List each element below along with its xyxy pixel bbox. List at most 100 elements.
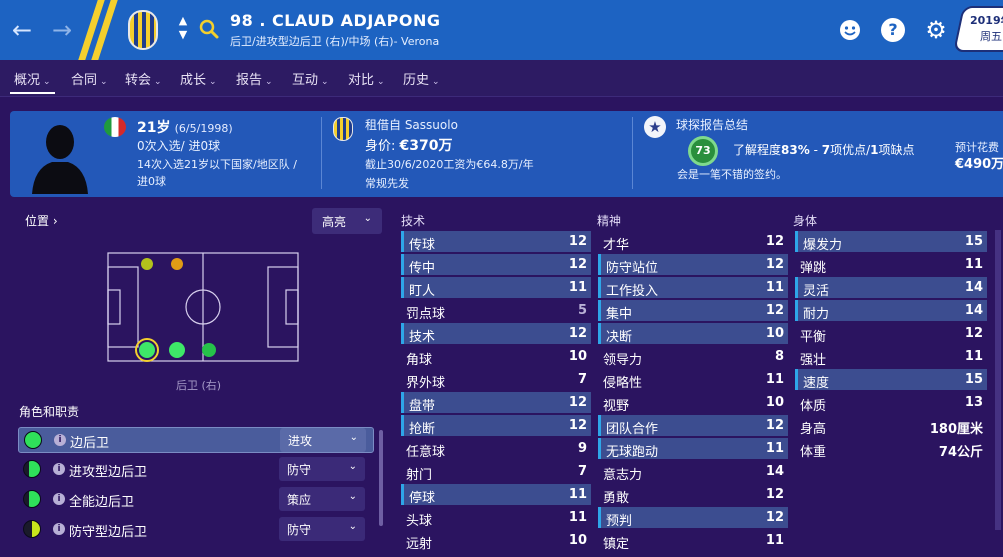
help-icon[interactable]: ? [881,18,905,42]
info-icon[interactable]: i [54,434,66,446]
attribute-value: 11 [568,510,587,525]
attribute-name: 抢断 [409,422,436,437]
role-row[interactable]: i 防守型边后卫 防守 ⌄ [18,517,374,543]
tab-interaction[interactable]: 互动 ⌄ [292,69,329,88]
attribute-row[interactable]: 意志力 14 [598,461,788,483]
search-icon[interactable] [198,18,220,40]
parent-club-badge-icon[interactable] [333,117,353,141]
attribute-row[interactable]: 抢断 12 [401,415,591,437]
position-pitch [107,252,299,362]
attribute-row[interactable]: 任意球 9 [401,438,591,460]
attribute-row[interactable]: 侵略性 11 [598,369,788,391]
tab-history[interactable]: 历史 ⌄ [403,69,440,88]
tab-overview[interactable]: 概况 ⌄ [10,69,55,94]
attribute-row[interactable]: 速度 15 [795,369,987,391]
attribute-name: 停球 [409,491,436,506]
mood-icon[interactable] [838,18,862,42]
attribute-row[interactable]: 停球 11 [401,484,591,506]
scout-rating-badge: 73 [688,136,718,166]
forward-arrow-icon[interactable]: → [48,12,76,48]
duty-dropdown[interactable]: 防守 ⌄ [279,457,365,481]
attribute-row[interactable]: 灵活 14 [795,277,987,299]
attribute-row[interactable]: 盯人 11 [401,277,591,299]
attribute-value: 12 [568,257,587,272]
date-year: 2019年 [970,14,1003,27]
tab-compare[interactable]: 对比 ⌄ [348,69,385,88]
attribute-row[interactable]: 体质 13 [795,392,987,414]
info-icon[interactable]: i [53,523,65,535]
attribute-name: 才华 [603,238,630,253]
attribute-row[interactable]: 领导力 8 [598,346,788,368]
attribute-row[interactable]: 预判 12 [598,507,788,529]
duty-dropdown[interactable]: 策应 ⌄ [279,487,365,511]
attribute-row[interactable]: 界外球 7 [401,369,591,391]
gear-icon[interactable]: ⚙ [924,18,948,42]
attribute-name: 平衡 [800,330,827,345]
club-badge-icon[interactable] [128,10,158,50]
attribute-value: 5 [577,303,587,318]
attribute-row[interactable]: 罚点球 5 [401,300,591,322]
attribute-row[interactable]: 勇敢 12 [598,484,788,506]
attribute-row[interactable]: 盘带 12 [401,392,591,414]
attribute-row[interactable]: 耐力 14 [795,300,987,322]
attribute-row[interactable]: 强壮 11 [795,346,987,368]
attribute-row[interactable]: 无球跑动 11 [598,438,788,460]
attribute-name: 无球跑动 [606,445,659,460]
player-switcher-icon[interactable]: ▲ ▼ [175,14,191,46]
attribute-name: 罚点球 [406,307,446,322]
info-icon[interactable]: i [53,493,65,505]
attribute-row[interactable]: 才华 12 [598,231,788,253]
attribute-row[interactable]: 防守站位 12 [598,254,788,276]
attribute-row[interactable]: 爆发力 15 [795,231,987,253]
role-row[interactable]: i 全能边后卫 策应 ⌄ [18,487,374,513]
attribute-name: 灵活 [803,284,830,299]
attribute-row[interactable]: 技术 12 [401,323,591,345]
tab-transfer[interactable]: 转会 ⌄ [125,69,162,88]
tab-development[interactable]: 成长 ⌄ [180,69,217,88]
date-weekday: 周五 [980,30,1002,43]
chevron-right-icon: › [52,214,58,228]
attribute-value: 11 [765,533,784,548]
attribute-row[interactable]: 体重 74公斤 [795,438,987,460]
attribute-row[interactable]: 身高 180厘米 [795,415,987,437]
attribute-name: 集中 [606,307,633,322]
attribute-row[interactable]: 射门 7 [401,461,591,483]
attribute-row[interactable]: 视野 10 [598,392,788,414]
attribute-value: 12 [765,303,784,318]
attribute-row[interactable]: 弹跳 11 [795,254,987,276]
attributes-scrollbar[interactable] [995,230,1001,530]
attribute-value: 11 [568,487,587,502]
attribute-name: 角球 [406,353,433,368]
attribute-value: 12 [765,257,784,272]
attribute-value: 15 [964,372,983,387]
back-arrow-icon[interactable]: ← [8,12,36,48]
star-icon: ★ [644,116,666,138]
attribute-row[interactable]: 镇定 11 [598,530,788,552]
attribute-row[interactable]: 决断 10 [598,323,788,345]
roles-scrollbar[interactable] [379,430,383,526]
attribute-value: 12 [765,418,784,433]
attribute-name: 预判 [606,514,633,529]
attribute-row[interactable]: 团队合作 12 [598,415,788,437]
attribute-row[interactable]: 远射 10 [401,530,591,552]
attribute-value: 180厘米 [929,422,983,437]
duty-dropdown[interactable]: 进攻 ⌄ [280,428,366,452]
tab-reports[interactable]: 报告 ⌄ [236,69,273,88]
attribute-row[interactable]: 传球 12 [401,231,591,253]
role-row[interactable]: i 进攻型边后卫 防守 ⌄ [18,457,374,483]
attribute-row[interactable]: 传中 12 [401,254,591,276]
attribute-row[interactable]: 角球 10 [401,346,591,368]
attribute-value: 12 [568,395,587,410]
attribute-value: 12 [568,418,587,433]
highlight-dropdown[interactable]: 高亮 ⌄ [312,208,382,234]
attribute-row[interactable]: 头球 11 [401,507,591,529]
attribute-row[interactable]: 工作投入 11 [598,277,788,299]
info-icon[interactable]: i [53,463,65,475]
attribute-row[interactable]: 集中 12 [598,300,788,322]
tab-contract[interactable]: 合同 ⌄ [71,69,108,88]
attribute-row[interactable]: 平衡 12 [795,323,987,345]
duty-dropdown[interactable]: 防守 ⌄ [279,517,365,541]
role-row[interactable]: i 边后卫 进攻 ⌄ [18,427,374,453]
scout-report-title[interactable]: 球探报告总结 [676,116,748,133]
position-section-title[interactable]: 位置 › [25,212,58,229]
